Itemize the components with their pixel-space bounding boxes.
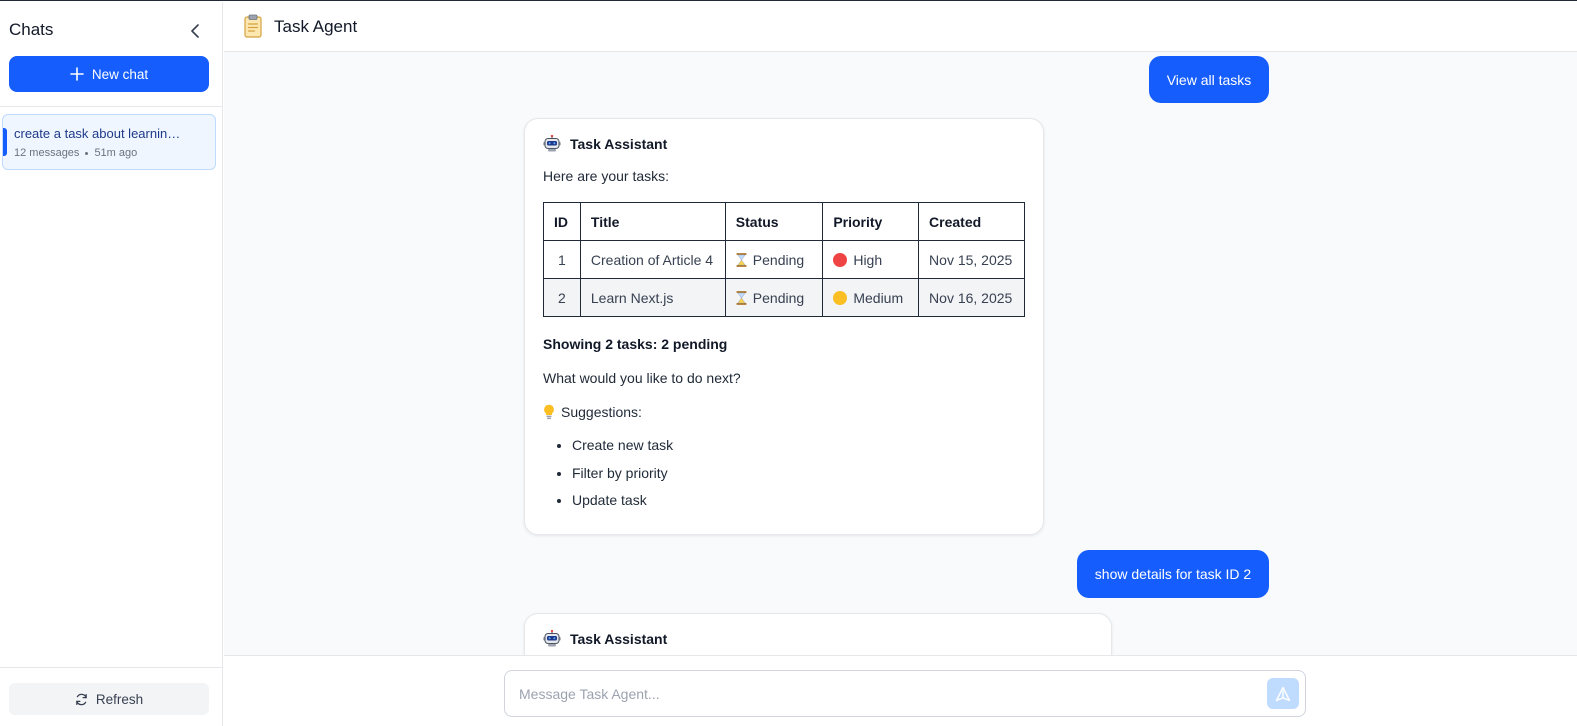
chat-list-item[interactable]: create a task about learning Next.js 12 …	[2, 114, 216, 170]
hourglass-icon	[736, 252, 747, 267]
next-step-question: What would you like to do next?	[543, 370, 741, 386]
sidebar: Chats New chat create a task about learn…	[0, 2, 223, 726]
message-input[interactable]	[519, 683, 1249, 705]
user-message: show details for task ID 2	[1077, 550, 1269, 598]
composer	[504, 670, 1306, 717]
refresh-icon	[76, 693, 87, 705]
task-created: Nov 16, 2025	[918, 278, 1025, 317]
separator-dot	[85, 151, 89, 155]
user-message-text: show details for task ID 2	[1094, 566, 1252, 582]
column-header-status: Status	[724, 202, 824, 241]
task-summary: Showing 2 tasks: 2 pending	[543, 336, 728, 352]
task-status: Pending	[724, 240, 824, 279]
task-status-label: Pending	[752, 251, 805, 268]
sidebar-title: Chats	[9, 20, 54, 39]
table-header-row: ID Title Status Priority Created	[543, 202, 1025, 241]
chevron-left-icon	[191, 24, 199, 38]
robot-icon	[543, 135, 561, 152]
tasks-table: ID Title Status Priority Created 1 Creat…	[543, 202, 1025, 317]
task-priority-label: High	[853, 251, 883, 268]
priority-medium-icon	[833, 290, 848, 305]
task-title: Learn Next.js	[579, 278, 726, 317]
task-id: 2	[543, 278, 581, 317]
task-status-label: Pending	[752, 289, 805, 306]
main-panel: Task Agent View all tasks Task Assistant…	[224, 2, 1577, 726]
clipboard-icon	[244, 14, 262, 38]
composer-bar	[224, 655, 1577, 726]
send-icon	[1275, 686, 1291, 701]
task-status: Pending	[724, 278, 824, 317]
suggestion-item: Update task	[572, 492, 673, 520]
chat-timestamp: 51m ago	[94, 147, 138, 159]
sidebar-header: Chats	[9, 20, 205, 42]
refresh-button[interactable]: Refresh	[9, 683, 209, 715]
new-chat-button[interactable]: New chat	[9, 56, 209, 92]
collapse-sidebar-button[interactable]	[185, 20, 205, 42]
assistant-intro-text: Here are your tasks:	[543, 168, 670, 184]
suggestion-item: Filter by priority	[572, 465, 673, 493]
column-header-title: Title	[579, 202, 726, 241]
column-header-created: Created	[918, 202, 1025, 241]
chat-item-title: create a task about learning Next.js	[14, 126, 184, 141]
page-title: Task Agent	[274, 17, 358, 36]
plus-icon	[70, 67, 84, 81]
user-message-text: View all tasks	[1166, 71, 1252, 88]
task-created: Nov 15, 2025	[918, 240, 1025, 279]
task-title: Creation of Article 4	[579, 240, 726, 279]
lightbulb-icon	[544, 404, 554, 420]
column-header-priority: Priority	[822, 202, 920, 241]
sidebar-divider	[0, 106, 222, 107]
task-priority-label: Medium	[853, 289, 904, 306]
top-bar: Task Agent	[224, 2, 1577, 52]
suggestions-label: Suggestions:	[561, 404, 642, 420]
suggestion-item: Create new task	[572, 437, 673, 465]
assistant-name: Task Assistant	[570, 135, 668, 152]
priority-high-icon	[833, 252, 848, 267]
suggestions-heading: Suggestions:	[543, 404, 642, 420]
table-row: 2 Learn Next.js Pending Medium Nov 16, 2…	[543, 278, 1025, 317]
task-priority: High	[822, 240, 920, 279]
assistant-message: Task Assistant Here are your tasks: ID T…	[524, 118, 1044, 535]
send-button[interactable]	[1267, 678, 1299, 709]
task-id: 1	[543, 240, 581, 279]
hourglass-icon	[736, 290, 747, 305]
assistant-name: Task Assistant	[570, 630, 668, 647]
user-message: View all tasks	[1149, 56, 1269, 103]
app-window: Chats New chat create a task about learn…	[0, 0, 1577, 726]
table-row: 1 Creation of Article 4 Pending High Nov…	[543, 240, 1025, 279]
active-indicator	[3, 128, 7, 156]
task-priority: Medium	[822, 278, 920, 317]
chat-message-count: 12 messages	[14, 147, 80, 159]
sidebar-footer-divider	[0, 667, 222, 668]
refresh-label: Refresh	[95, 691, 144, 707]
assistant-header: Task Assistant	[543, 135, 667, 152]
robot-icon	[543, 630, 561, 647]
suggestions-list: Create new task Filter by priority Updat…	[572, 437, 673, 520]
assistant-header: Task Assistant	[543, 630, 667, 647]
column-header-id: ID	[543, 202, 581, 241]
new-chat-label: New chat	[91, 66, 149, 82]
chat-item-meta: 12 messages 51m ago	[14, 147, 137, 159]
